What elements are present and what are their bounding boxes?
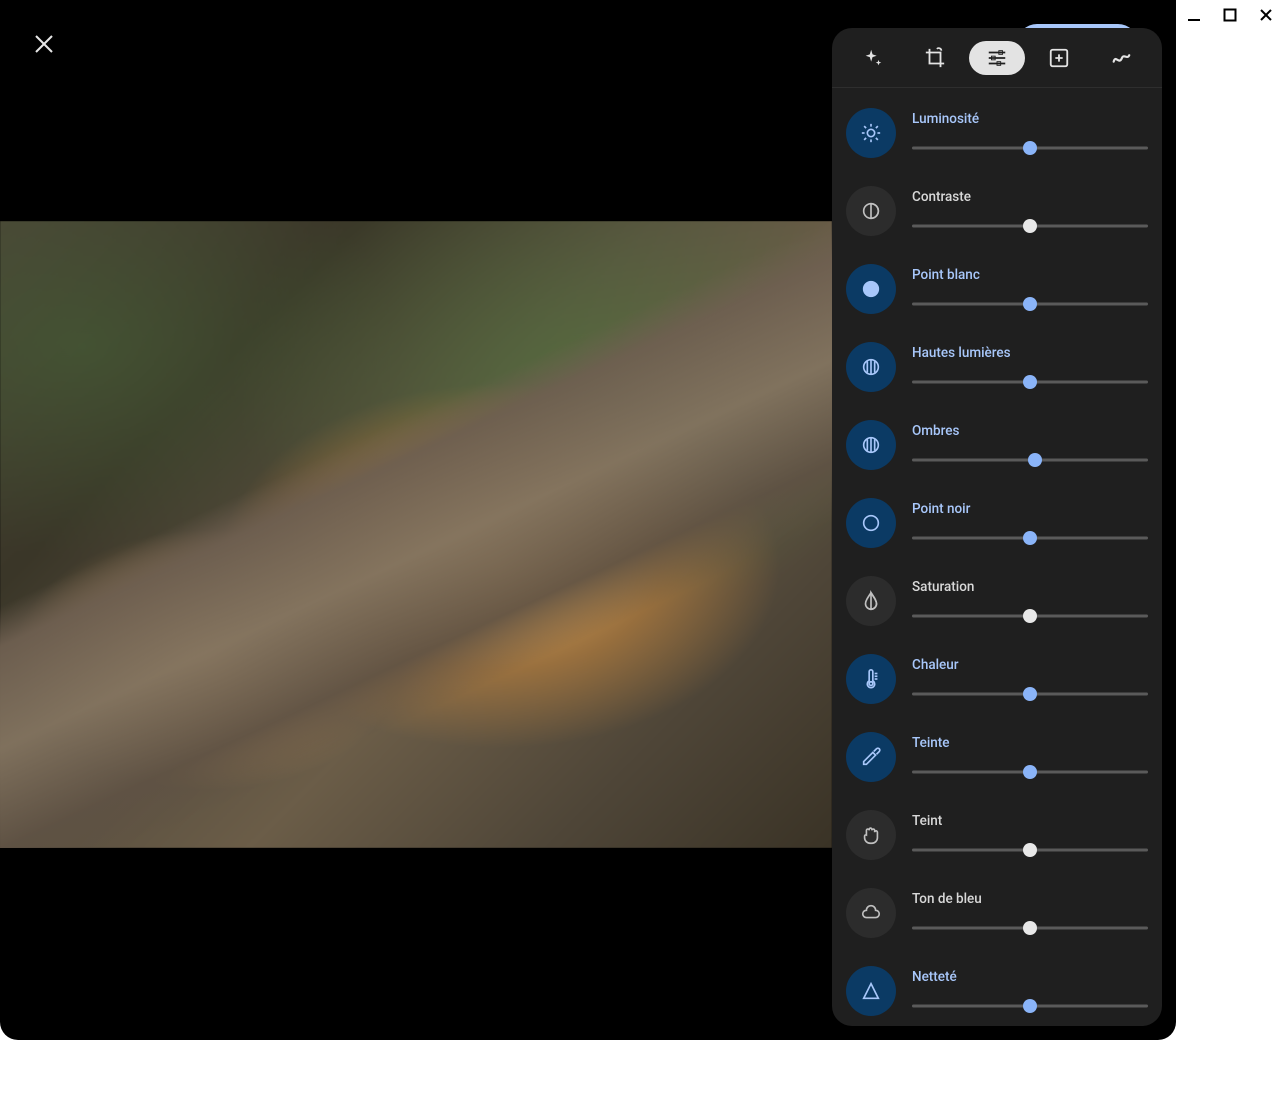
tonality-icon[interactable]: [846, 342, 896, 392]
slider-thumb[interactable]: [1023, 999, 1037, 1013]
adjustment-contrast: Contraste: [846, 186, 1148, 236]
thermometer-icon[interactable]: [846, 654, 896, 704]
adjustment-label: Contraste: [912, 189, 1148, 205]
adjustments-panel: Luminosité Contraste Point blanc Hautes lum…: [832, 28, 1162, 1026]
crop-icon: [924, 47, 946, 69]
filter-icon: [1048, 47, 1070, 69]
triangle-icon[interactable]: [846, 966, 896, 1016]
adjustment-warmth: Chaleur: [846, 654, 1148, 704]
sharpness-slider[interactable]: [912, 999, 1148, 1013]
adjustment-blackpoint: Point noir: [846, 498, 1148, 548]
tab-adjust[interactable]: [969, 41, 1025, 75]
whitepoint-slider[interactable]: [912, 297, 1148, 311]
blackpoint-slider[interactable]: [912, 531, 1148, 545]
adjustment-content: Point noir: [912, 501, 1148, 545]
preview-image[interactable]: [0, 221, 832, 848]
adjustment-skin: Teint: [846, 810, 1148, 860]
adjustment-label: Luminosité: [912, 111, 1148, 127]
adjustment-content: Saturation: [912, 579, 1148, 623]
slider-thumb[interactable]: [1023, 609, 1037, 623]
adjustment-brightness: Luminosité: [846, 108, 1148, 158]
adjustment-label: Saturation: [912, 579, 1148, 595]
slider-thumb[interactable]: [1023, 297, 1037, 311]
adjustment-whitepoint: Point blanc: [846, 264, 1148, 314]
minimize-button[interactable]: [1185, 6, 1203, 24]
adjustment-label: Ombres: [912, 423, 1148, 439]
tab-markup[interactable]: [1093, 41, 1149, 75]
maximize-button[interactable]: [1221, 6, 1239, 24]
preview-area: [0, 88, 832, 1040]
close-editor-button[interactable]: [22, 22, 66, 66]
editor-app: Enregistrer LuminositéContrastePoint bla…: [0, 0, 1176, 1040]
slider-thumb[interactable]: [1023, 219, 1037, 233]
tune-icon: [986, 47, 1008, 69]
tonality-icon[interactable]: [846, 420, 896, 470]
adjustment-content: Chaleur: [912, 657, 1148, 701]
adjustment-label: Teint: [912, 813, 1148, 829]
panel-tabs: [832, 28, 1162, 88]
warmth-slider[interactable]: [912, 687, 1148, 701]
close-icon: [33, 33, 55, 55]
adjustment-sharpness: Netteté: [846, 966, 1148, 1016]
saturation-slider[interactable]: [912, 609, 1148, 623]
adjustment-highlights: Hautes lumières: [846, 342, 1148, 392]
adjustment-content: Ton de bleu: [912, 891, 1148, 935]
adjustment-label: Chaleur: [912, 657, 1148, 673]
highlights-slider[interactable]: [912, 375, 1148, 389]
adjustment-label: Netteté: [912, 969, 1148, 985]
slider-thumb[interactable]: [1023, 687, 1037, 701]
brightness-icon[interactable]: [846, 108, 896, 158]
adjustment-bluetone: Ton de bleu: [846, 888, 1148, 938]
adjustment-label: Hautes lumières: [912, 345, 1148, 361]
tab-crop[interactable]: [907, 41, 963, 75]
slider-thumb[interactable]: [1028, 453, 1042, 467]
adjustment-label: Teinte: [912, 735, 1148, 751]
slider-thumb[interactable]: [1023, 921, 1037, 935]
slider-thumb[interactable]: [1023, 141, 1037, 155]
circle-full-icon[interactable]: [846, 264, 896, 314]
adjustment-shadows: Ombres: [846, 420, 1148, 470]
slider-thumb[interactable]: [1023, 843, 1037, 857]
sparkle-icon: [862, 47, 884, 69]
bluetone-slider[interactable]: [912, 921, 1148, 935]
adjustment-saturation: Saturation: [846, 576, 1148, 626]
hand-icon[interactable]: [846, 810, 896, 860]
circle-outline-icon[interactable]: [846, 498, 896, 548]
adjustment-content: Teinte: [912, 735, 1148, 779]
adjustment-content: Luminosité: [912, 111, 1148, 155]
slider-thumb[interactable]: [1023, 375, 1037, 389]
adjustment-content: Netteté: [912, 969, 1148, 1013]
skin-slider[interactable]: [912, 843, 1148, 857]
adjustment-tint: Teinte: [846, 732, 1148, 782]
adjustment-label: Point noir: [912, 501, 1148, 517]
adjustment-content: Teint: [912, 813, 1148, 857]
tint-slider[interactable]: [912, 765, 1148, 779]
contrast-slider[interactable]: [912, 219, 1148, 233]
tab-filters[interactable]: [1031, 41, 1087, 75]
slider-thumb[interactable]: [1023, 531, 1037, 545]
tab-suggestions[interactable]: [845, 41, 901, 75]
brightness-slider[interactable]: [912, 141, 1148, 155]
adjustment-content: Contraste: [912, 189, 1148, 233]
cloud-icon[interactable]: [846, 888, 896, 938]
adjustment-label: Point blanc: [912, 267, 1148, 283]
adjustment-content: Hautes lumières: [912, 345, 1148, 389]
window-controls: [1185, 6, 1275, 24]
shadows-slider[interactable]: [912, 453, 1148, 467]
adjustments-list: Luminosité Contraste Point blanc Hautes lum…: [832, 88, 1162, 1026]
adjustment-content: Ombres: [912, 423, 1148, 467]
eyedropper-icon[interactable]: [846, 732, 896, 782]
drop-icon[interactable]: [846, 576, 896, 626]
adjustment-label: Ton de bleu: [912, 891, 1148, 907]
contrast-icon[interactable]: [846, 186, 896, 236]
window-close-button[interactable]: [1257, 6, 1275, 24]
slider-thumb[interactable]: [1023, 765, 1037, 779]
adjustment-content: Point blanc: [912, 267, 1148, 311]
markup-icon: [1110, 47, 1132, 69]
